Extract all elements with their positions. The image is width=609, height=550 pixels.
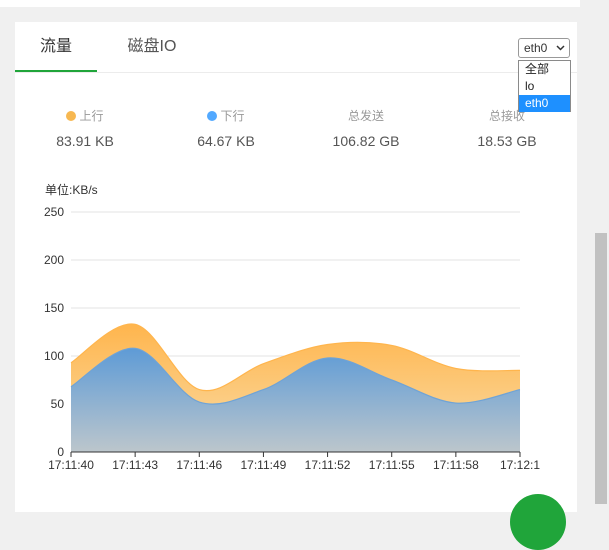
x-tick-label: 17:11:43: [112, 458, 158, 472]
y-tick-label: 100: [44, 349, 64, 363]
traffic-chart: 单位:KB/s 0 50 100 150 200 250 17:11:40 17:11:43…: [44, 182, 540, 472]
x-tick-label: 17:11:52: [305, 458, 351, 472]
y-tick-label: 150: [44, 301, 64, 315]
x-tick-label: 17:11:55: [369, 458, 415, 472]
y-tick-label: 0: [57, 445, 64, 459]
y-axis-unit: 单位:KB/s: [45, 182, 98, 197]
floating-action-button[interactable]: [510, 494, 566, 550]
interface-dropdown: 全部 lo eth0: [518, 60, 571, 112]
interface-option-eth0[interactable]: eth0: [519, 95, 570, 112]
x-tick-label: 17:11:40: [48, 458, 94, 472]
x-tick-label: 17:11:58: [433, 458, 479, 472]
y-tick-label: 250: [44, 205, 64, 219]
y-tick-label: 200: [44, 253, 64, 267]
interface-option-lo[interactable]: lo: [519, 78, 570, 95]
scrollbar-thumb[interactable]: [595, 233, 607, 504]
interface-option-all[interactable]: 全部: [519, 61, 570, 78]
y-tick-label: 50: [51, 397, 65, 411]
x-tick-label: 17:11:46: [176, 458, 222, 472]
x-tick-label: 17:12:1: [500, 458, 540, 472]
x-tick-label: 17:11:49: [241, 458, 287, 472]
